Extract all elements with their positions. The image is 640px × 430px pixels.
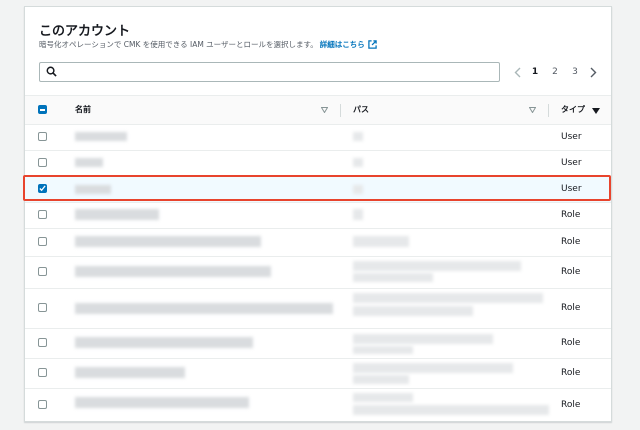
sort-desc-icon[interactable] [592, 108, 600, 114]
row-checkbox[interactable] [38, 132, 47, 141]
type-cell: Role [561, 338, 581, 348]
redacted-name [75, 367, 185, 378]
row-checkbox[interactable] [38, 237, 47, 246]
type-cell: Role [561, 237, 581, 247]
redacted-path [353, 209, 363, 220]
row-checkbox[interactable] [38, 303, 47, 312]
table-row-selected[interactable]: User [25, 176, 611, 203]
sort-icon[interactable] [529, 107, 536, 113]
row-checkbox[interactable] [38, 400, 47, 409]
column-separator[interactable] [548, 104, 549, 117]
sort-icon[interactable] [321, 107, 328, 113]
select-all-checkbox[interactable] [38, 105, 47, 114]
table-row[interactable]: User [25, 150, 611, 177]
table-row[interactable]: User [25, 124, 611, 151]
chevron-right-icon[interactable] [585, 63, 601, 81]
redacted-name [75, 397, 249, 408]
type-cell: User [561, 184, 582, 194]
redacted-path [353, 363, 513, 373]
row-checkbox[interactable] [38, 158, 47, 167]
redacted-path [353, 346, 413, 354]
column-path-header[interactable]: パス [353, 96, 369, 124]
redacted-name [75, 303, 333, 314]
redacted-path [353, 405, 549, 415]
page-3[interactable]: 3 [565, 67, 585, 77]
type-cell: Role [561, 400, 581, 410]
redacted-name [75, 132, 127, 141]
chevron-left-icon[interactable] [509, 63, 525, 81]
description-text: 暗号化オペレーションで CMK を使用できる IAM ユーザーとロールを選択しま… [39, 40, 318, 49]
table-row[interactable]: Role [25, 328, 611, 359]
redacted-name [75, 236, 261, 247]
redacted-name [75, 209, 159, 220]
column-type-header[interactable]: タイプ [561, 96, 585, 124]
type-cell: User [561, 132, 582, 142]
table-row[interactable]: Role [25, 388, 611, 421]
learn-more-link[interactable]: 詳細はこちら [320, 40, 365, 49]
type-cell: Role [561, 303, 581, 313]
page-2[interactable]: 2 [545, 67, 565, 77]
redacted-path [353, 334, 493, 344]
type-cell: Role [561, 368, 581, 378]
table-row[interactable]: Role [25, 228, 611, 257]
accounts-panel: このアカウント 暗号化オペレーションで CMK を使用できる IAM ユーザーと… [24, 6, 612, 422]
table-header: 名前 パス タイプ [25, 95, 611, 125]
column-name-header[interactable]: 名前 [75, 96, 91, 124]
redacted-path [353, 261, 521, 271]
pagination: 1 2 3 [509, 63, 601, 81]
page-1[interactable]: 1 [525, 67, 545, 77]
redacted-name [75, 158, 103, 167]
redacted-path [353, 158, 363, 167]
type-cell: Role [561, 267, 581, 277]
redacted-name [75, 337, 253, 348]
redacted-path [353, 306, 473, 316]
type-cell: User [561, 158, 582, 168]
table-row[interactable]: Role [25, 358, 611, 389]
row-checkbox[interactable] [38, 368, 47, 377]
row-checkbox[interactable] [38, 210, 47, 219]
redacted-path [353, 393, 413, 402]
table-row[interactable]: Role [25, 288, 611, 329]
row-checkbox[interactable] [38, 338, 47, 347]
redacted-path [353, 185, 363, 194]
search-input[interactable] [39, 62, 500, 82]
table-row[interactable]: Role [25, 202, 611, 229]
redacted-path [353, 236, 409, 247]
search-icon [46, 66, 57, 77]
column-separator[interactable] [340, 104, 341, 117]
external-link-icon[interactable] [368, 39, 377, 51]
checkmark-icon [39, 185, 46, 192]
panel-title: このアカウント [39, 24, 131, 39]
table-row[interactable]: Role [25, 256, 611, 289]
redacted-path [353, 132, 363, 141]
row-checkbox-checked[interactable] [38, 184, 47, 193]
panel-description: 暗号化オペレーションで CMK を使用できる IAM ユーザーとロールを選択しま… [39, 39, 377, 51]
row-checkbox[interactable] [38, 267, 47, 276]
type-cell: Role [561, 210, 581, 220]
redacted-name [75, 266, 271, 277]
redacted-path [353, 273, 433, 282]
redacted-name [75, 185, 111, 194]
redacted-path [353, 293, 543, 303]
redacted-path [353, 375, 409, 384]
